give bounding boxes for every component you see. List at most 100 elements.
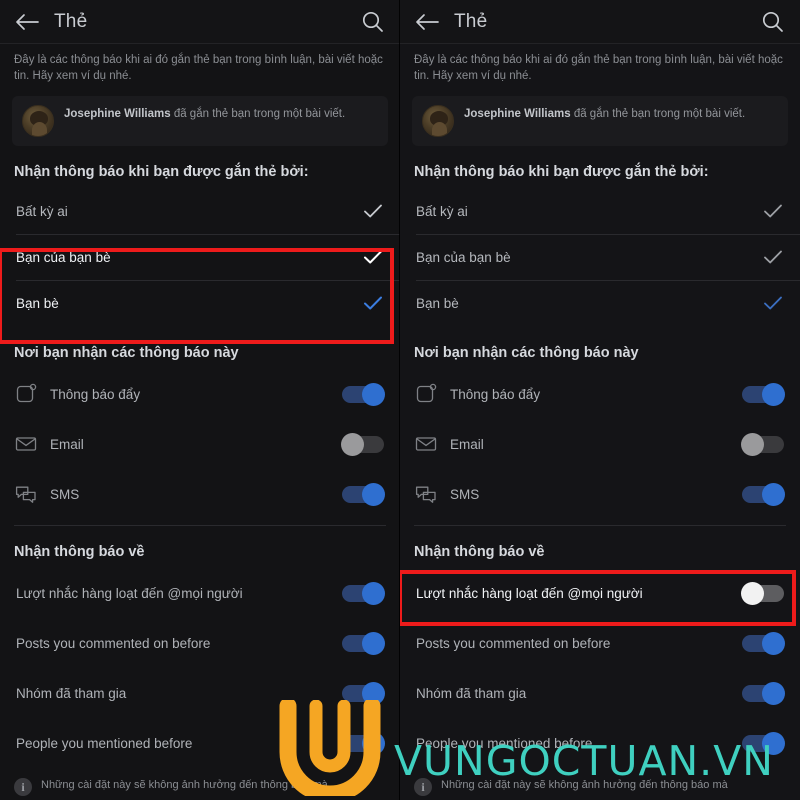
app-bar-left: Thẻ (0, 0, 400, 44)
audience-row-label: Bạn bè (16, 295, 59, 311)
delivery-row-label: Thông báo đẩy (50, 386, 141, 402)
audience-row-anyone[interactable]: Bất kỳ ai (400, 188, 800, 234)
delivery-row-label: Email (50, 436, 84, 452)
row-divider (416, 234, 800, 235)
audience-row-label: Bạn của bạn bè (16, 249, 111, 265)
example-rest-text: đã gắn thẻ bạn trong một bài viết. (170, 108, 346, 120)
example-person-name: Josephine Williams (64, 108, 171, 120)
vungoctuan-u-logo-icon (276, 700, 384, 796)
delivery-rows-right: Thông báo đẩy Email SMS (400, 369, 800, 519)
check-icon (362, 246, 384, 268)
audience-row-friends[interactable]: Bạn bè (400, 280, 800, 326)
arrow-left-icon[interactable] (14, 11, 40, 33)
audience-row-anyone[interactable]: Bất kỳ ai (0, 188, 400, 234)
toggle-joined-groups[interactable] (342, 681, 385, 705)
check-icon (362, 200, 384, 222)
delivery-row-sms[interactable]: SMS (400, 469, 800, 519)
section-title-delivery: Nơi bạn nhận các thông báo này (414, 345, 639, 361)
section-title-tagged-by: Nhận thông báo khi bạn được gắn thẻ bởi: (14, 164, 309, 180)
check-icon-selected (362, 292, 384, 314)
about-row-mass-mentions[interactable]: Lượt nhắc hàng loạt đến @mọi người (400, 568, 800, 618)
about-row-mass-mentions[interactable]: Lượt nhắc hàng loạt đến @mọi người (0, 568, 400, 618)
envelope-icon (414, 432, 438, 456)
about-row-label: Posts you commented on before (416, 635, 611, 651)
toggle-mass-mentions[interactable] (342, 581, 385, 605)
audience-row-friends[interactable]: Bạn bè (0, 280, 400, 326)
example-notification-card[interactable]: Josephine Williams đã gắn thẻ bạn trong … (412, 96, 788, 146)
check-icon (762, 200, 784, 222)
section-title-tagged-by: Nhận thông báo khi bạn được gắn thẻ bởi: (414, 164, 709, 180)
delivery-row-sms[interactable]: SMS (0, 469, 400, 519)
page-title: Thẻ (454, 11, 488, 32)
toggle-joined-groups[interactable] (742, 681, 785, 705)
about-row-commented-posts[interactable]: Posts you commented on before (0, 618, 400, 668)
delivery-rows-left: Thông báo đẩy Email SMS (0, 369, 400, 519)
delivery-row-push[interactable]: Thông báo đẩy (400, 369, 800, 419)
delivery-row-label: Thông báo đẩy (450, 386, 541, 402)
toggle-knob (762, 382, 785, 406)
toggle-knob (741, 581, 764, 605)
audience-row-friends-of-friends[interactable]: Bạn của bạn bè (0, 234, 400, 280)
example-notification-card[interactable]: Josephine Williams đã gắn thẻ bạn trong … (12, 96, 388, 146)
row-divider (16, 234, 400, 235)
arrow-left-icon[interactable] (414, 11, 440, 33)
audience-rows-right: Bất kỳ ai Bạn của bạn bè Bạn bè (400, 188, 800, 327)
speech-bubbles-icon (414, 482, 438, 506)
avatar (22, 105, 54, 137)
example-notification-text: Josephine Williams đã gắn thẻ bạn trong … (64, 105, 345, 122)
toggle-knob (362, 482, 385, 506)
toggle-knob (341, 432, 364, 456)
right-phone-screen: Thẻ Đây là các thông báo khi ai đó gắn t… (400, 0, 800, 800)
page-description: Đây là các thông báo khi ai đó gắn thẻ b… (414, 54, 783, 82)
search-icon[interactable] (360, 9, 386, 35)
delivery-row-email[interactable]: Email (0, 419, 400, 469)
delivery-row-label: SMS (50, 486, 80, 502)
toggle-commented-posts[interactable] (742, 631, 785, 655)
delivery-row-label: SMS (450, 486, 480, 502)
watermark: VUNGOCTUAN.VN (276, 700, 774, 796)
toggle-knob (762, 482, 785, 506)
toggle-push[interactable] (342, 382, 385, 406)
search-icon[interactable] (760, 9, 786, 35)
toggle-knob (362, 382, 385, 406)
info-icon: i (14, 778, 32, 796)
about-row-label: Lượt nhắc hàng loạt đến @mọi người (16, 585, 243, 601)
toggle-email[interactable] (341, 432, 384, 456)
check-icon-selected (762, 292, 784, 314)
toggle-sms[interactable] (342, 482, 385, 506)
toggle-email[interactable] (741, 432, 784, 456)
audience-rows-left: Bất kỳ ai Bạn của bạn bè Bạn bè (0, 188, 400, 327)
audience-row-label: Bạn bè (416, 295, 459, 311)
delivery-row-push[interactable]: Thông báo đẩy (0, 369, 400, 419)
toggle-push[interactable] (742, 382, 785, 406)
push-notification-icon (14, 382, 38, 406)
audience-row-friends-of-friends[interactable]: Bạn của bạn bè (400, 234, 800, 280)
audience-row-label: Bất kỳ ai (416, 203, 468, 219)
watermark-text: VUNGOCTUAN.VN (394, 737, 774, 785)
toggle-knob (762, 631, 785, 655)
about-row-label: Posts you commented on before (16, 635, 211, 651)
about-row-commented-posts[interactable]: Posts you commented on before (400, 618, 800, 668)
speech-bubbles-icon (14, 482, 38, 506)
envelope-icon (14, 432, 38, 456)
row-divider (416, 280, 800, 281)
example-notification-text: Josephine Williams đã gắn thẻ bạn trong … (464, 105, 745, 122)
section-title-about: Nhận thông báo về (14, 544, 145, 560)
delivery-row-email[interactable]: Email (400, 419, 800, 469)
toggle-knob (362, 631, 385, 655)
page-description: Đây là các thông báo khi ai đó gắn thẻ b… (14, 54, 383, 82)
delivery-row-label: Email (450, 436, 484, 452)
toggle-knob (362, 581, 385, 605)
avatar (422, 105, 454, 137)
toggle-sms[interactable] (742, 482, 785, 506)
left-phone-screen: Thẻ Đây là các thông báo khi ai đó gắn t… (0, 0, 400, 800)
about-row-label: Lượt nhắc hàng loạt đến @mọi người (416, 585, 643, 601)
screenshot-stage: Thẻ Đây là các thông báo khi ai đó gắn t… (0, 0, 800, 800)
section-title-about: Nhận thông báo về (414, 544, 545, 560)
audience-row-label: Bạn của bạn bè (416, 249, 511, 265)
push-notification-icon (414, 382, 438, 406)
about-row-label: Nhóm đã tham gia (416, 685, 527, 701)
page-title: Thẻ (54, 11, 88, 32)
toggle-commented-posts[interactable] (342, 631, 385, 655)
toggle-mass-mentions[interactable] (741, 581, 784, 605)
